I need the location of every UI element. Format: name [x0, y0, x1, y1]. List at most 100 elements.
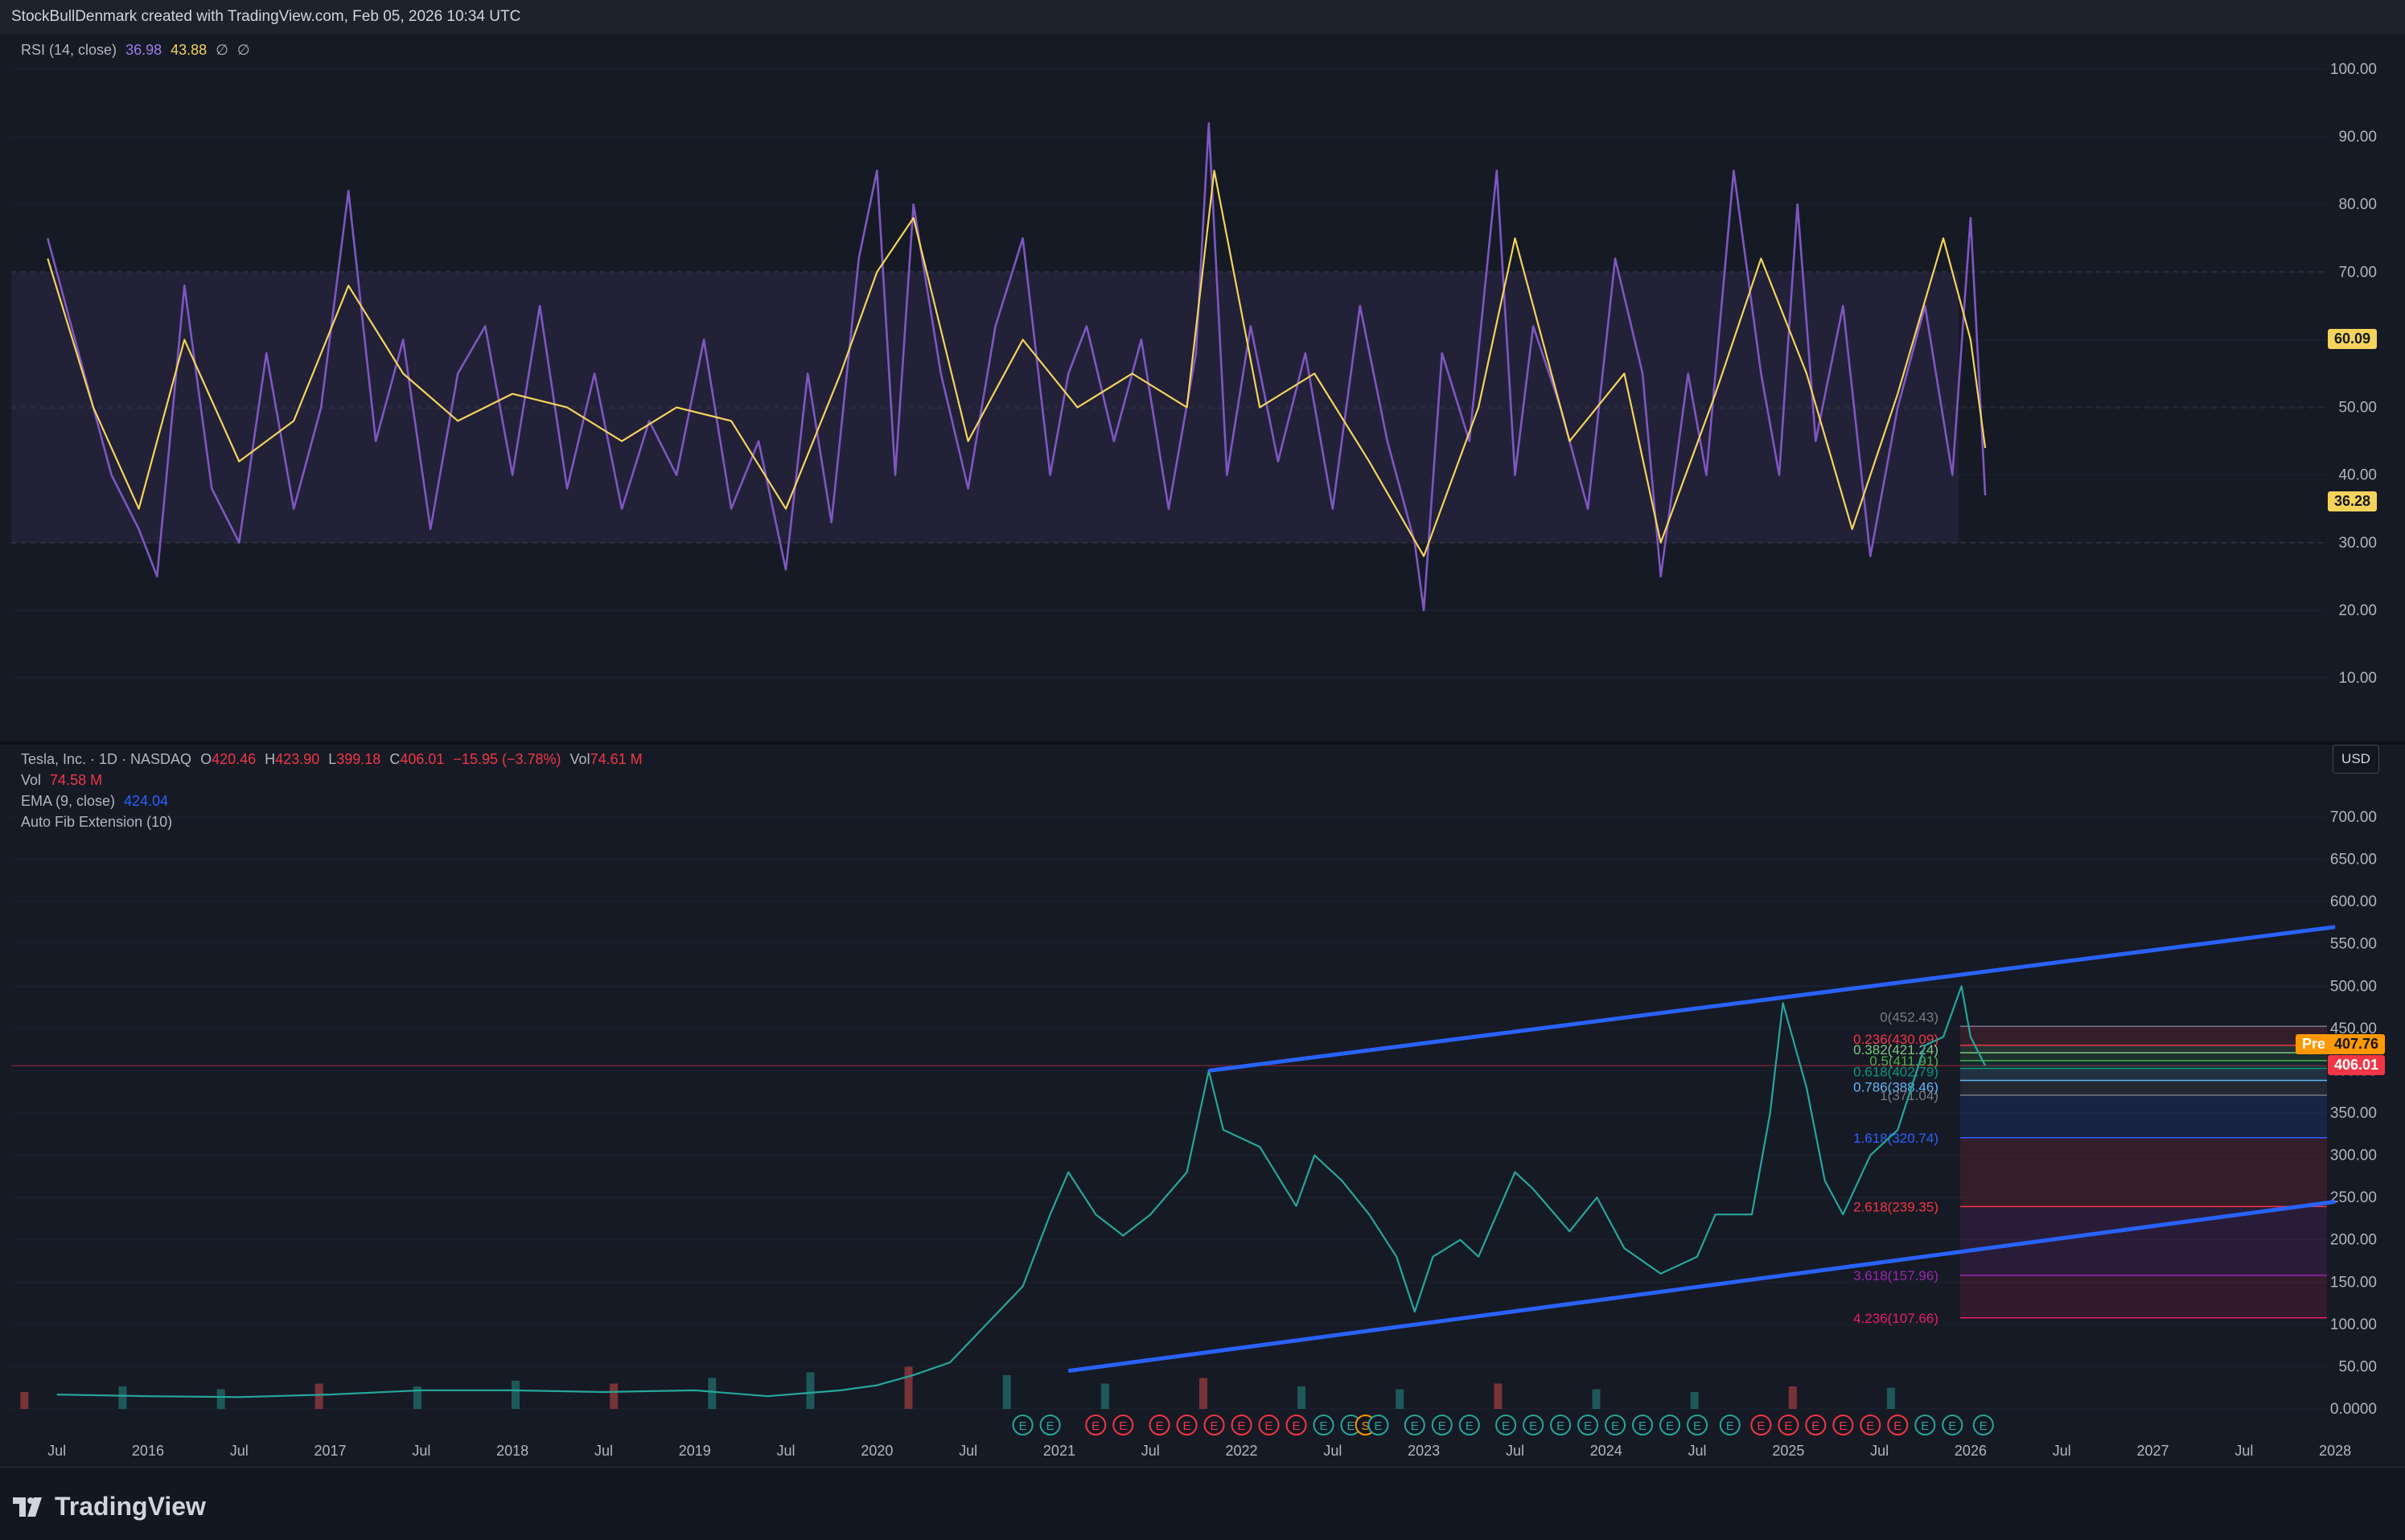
rsi-legend-extra-2: ∅	[236, 42, 250, 58]
change-value: −15.95 (−3.78%)	[453, 751, 561, 767]
x-tick-label: Jul	[412, 1443, 430, 1459]
fib-level-label: 4.236(107.66)	[1853, 1311, 1938, 1326]
open-label: O	[200, 751, 212, 767]
volume-bar	[1494, 1383, 1503, 1409]
price-line	[56, 985, 1987, 1398]
pane-divider	[0, 741, 2405, 745]
low-value: 399.18	[336, 751, 381, 767]
volume-line-value: 74.58 M	[50, 772, 103, 788]
high-value: 423.90	[275, 751, 320, 767]
event-marker-label: E	[1374, 1419, 1382, 1433]
tradingview-logo[interactable]: TradingView	[13, 1492, 206, 1522]
footer-bar: TradingView	[0, 1467, 2405, 1540]
event-marker-label: E	[1211, 1419, 1219, 1433]
event-marker-label: E	[1466, 1419, 1474, 1433]
chart-canvas[interactable]: 100.0090.0080.0070.0060.0050.0040.0030.0…	[0, 34, 2405, 1467]
rsi-legend: RSI (14, close) 36.98 43.88 ∅ ∅	[21, 42, 255, 59]
volume-bar	[512, 1381, 520, 1409]
fib-level-label: 0(452.43)	[1880, 1009, 1938, 1025]
rsi-tick-label: 100.00	[2330, 61, 2377, 78]
fib-level-label: 1.618(320.74)	[1853, 1131, 1938, 1146]
rsi-legend-value: 36.98	[125, 42, 162, 58]
event-marker-label: E	[1584, 1419, 1592, 1433]
fib-legend: Auto Fib Extension (10)	[21, 814, 177, 831]
price-tick-label: 600.00	[2330, 893, 2377, 910]
event-marker-label: E	[1866, 1419, 1874, 1433]
credit-text: StockBullDenmark created with TradingVie…	[11, 8, 521, 25]
x-tick-label: Jul	[1323, 1443, 1342, 1459]
volume-bar	[1396, 1389, 1404, 1409]
event-marker-label: E	[1921, 1419, 1929, 1433]
x-tick-label: 2025	[1772, 1443, 1804, 1459]
volume-bar	[1690, 1392, 1699, 1409]
volume-bar	[216, 1389, 225, 1409]
volume-legend: Vol 74.58 M	[21, 772, 107, 789]
fib-label: Auto Fib Extension (10)	[21, 814, 173, 830]
event-marker-label: E	[1019, 1419, 1027, 1433]
volume-bar	[1297, 1386, 1306, 1409]
low-label: L	[328, 751, 337, 767]
x-tick-label: 2022	[1226, 1443, 1258, 1459]
rsi-tick-label: 50.00	[2338, 400, 2377, 417]
event-marker-label: E	[1265, 1419, 1273, 1433]
event-marker-label: E	[1693, 1419, 1701, 1433]
pre-market-badge: 407.76	[2328, 1034, 2386, 1054]
x-tick-label: 2024	[1590, 1443, 1622, 1459]
x-tick-label: 2027	[2137, 1443, 2169, 1459]
fib-zone	[1960, 1068, 2327, 1081]
x-tick-label: 2028	[2319, 1443, 2351, 1459]
price-tick-label: 250.00	[2330, 1189, 2377, 1206]
volume-bar	[1886, 1387, 1895, 1409]
event-marker-label: E	[1156, 1419, 1164, 1433]
pre-market-label: Pre	[2296, 1034, 2333, 1054]
event-marker-label: E	[1757, 1419, 1765, 1433]
volume-bar	[806, 1372, 815, 1409]
tradingview-logo-text: TradingView	[55, 1492, 206, 1521]
x-tick-label: Jul	[594, 1443, 613, 1459]
top-bar: StockBullDenmark created with TradingVie…	[0, 0, 2405, 34]
event-marker-label: E	[1438, 1419, 1446, 1433]
currency-button[interactable]: USD	[2333, 745, 2379, 774]
price-tick-label: 350.00	[2330, 1105, 2377, 1122]
price-tick-label: 200.00	[2330, 1232, 2377, 1249]
fib-zone	[1960, 1275, 2327, 1318]
ema-value: 424.04	[124, 793, 169, 809]
event-marker-label: E	[1411, 1419, 1419, 1433]
price-tick-label: 700.00	[2330, 809, 2377, 826]
event-marker-label: E	[1320, 1419, 1328, 1433]
event-marker-label: E	[1726, 1419, 1734, 1433]
fib-zone	[1960, 1045, 2327, 1053]
x-tick-label: Jul	[777, 1443, 796, 1459]
price-tick-label: 650.00	[2330, 852, 2377, 869]
symbol-label: Tesla, Inc. · 1D · NASDAQ	[21, 751, 192, 767]
x-tick-label: 2020	[861, 1443, 893, 1459]
high-label: H	[265, 751, 276, 767]
x-tick-label: Jul	[1688, 1443, 1707, 1459]
event-marker-label: E	[1183, 1419, 1191, 1433]
event-marker-label: E	[1638, 1419, 1646, 1433]
event-marker-label: E	[1046, 1419, 1054, 1433]
x-tick-label: 2017	[314, 1443, 347, 1459]
close-label: C	[389, 751, 401, 767]
x-tick-label: Jul	[1506, 1443, 1524, 1459]
volume-bar	[314, 1383, 323, 1409]
volume-bar	[708, 1378, 717, 1409]
event-marker-label: E	[1556, 1419, 1564, 1433]
event-marker-label: E	[1811, 1419, 1819, 1433]
volume-bar	[904, 1366, 913, 1409]
event-marker-label: E	[1839, 1419, 1847, 1433]
volume-label: Vol	[569, 751, 590, 767]
fib-zone	[1960, 1080, 2327, 1095]
x-tick-label: Jul	[47, 1443, 66, 1459]
price-tick-label: 100.00	[2330, 1316, 2377, 1333]
x-tick-label: Jul	[1870, 1443, 1889, 1459]
volume-bar	[1198, 1378, 1207, 1409]
x-tick-label: Jul	[2234, 1443, 2253, 1459]
event-marker-label: E	[1347, 1419, 1355, 1433]
x-tick-label: 2023	[1408, 1443, 1440, 1459]
x-tick-label: Jul	[230, 1443, 249, 1459]
price-tick-label: 0.0000	[2330, 1401, 2377, 1418]
rsi-tick-label: 90.00	[2338, 129, 2377, 146]
x-tick-label: Jul	[959, 1443, 977, 1459]
volume-bar	[1100, 1383, 1109, 1409]
